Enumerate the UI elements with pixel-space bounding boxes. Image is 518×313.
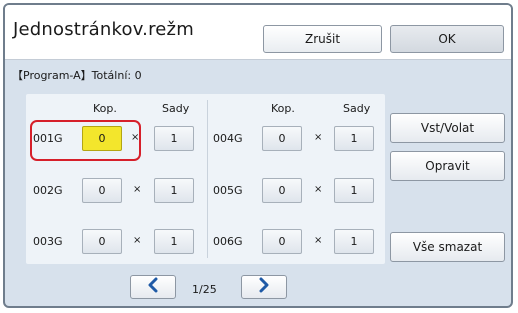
selected-group-highlight: [30, 120, 141, 161]
sets-field-006g[interactable]: 1: [334, 229, 374, 254]
opravit-button[interactable]: Opravit: [390, 151, 505, 181]
sets-header-left: Sady: [162, 102, 190, 115]
vst-volat-button[interactable]: Vst/Volat: [390, 113, 505, 143]
ok-button[interactable]: OK: [390, 25, 504, 53]
copies-header-right: Kop.: [271, 102, 295, 115]
page-title: Jednostránkov.režm: [13, 19, 194, 40]
group-label-004g: 004G: [213, 132, 243, 145]
group-label-002g: 002G: [33, 184, 63, 197]
group-label-003g: 003G: [33, 235, 63, 248]
panel-divider: [207, 100, 208, 258]
copies-field-005g[interactable]: 0: [262, 178, 302, 203]
times-sign: ×: [133, 184, 142, 195]
dialog-window: Jednostránkov.režm Zrušit OK 【Program-A】…: [3, 3, 513, 308]
sets-field-005g[interactable]: 1: [334, 178, 374, 203]
copies-field-006g[interactable]: 0: [262, 229, 302, 254]
title-bar: Jednostránkov.režm Zrušit OK: [5, 5, 511, 60]
chevron-right-icon: [257, 277, 271, 297]
group-label-006g: 006G: [213, 235, 243, 248]
times-sign: ×: [314, 132, 323, 143]
copies-field-004g[interactable]: 0: [262, 126, 302, 151]
page-indicator: 1/25: [192, 283, 217, 296]
cancel-button[interactable]: Zrušit: [263, 25, 382, 53]
sets-field-002g[interactable]: 1: [154, 178, 194, 203]
times-sign: ×: [133, 235, 142, 246]
sets-header-right: Sady: [343, 102, 371, 115]
sets-field-001g[interactable]: 1: [154, 126, 194, 151]
prev-page-button[interactable]: [130, 275, 176, 299]
times-sign: ×: [314, 184, 323, 195]
sets-field-004g[interactable]: 1: [334, 126, 374, 151]
copies-field-002g[interactable]: 0: [82, 178, 122, 203]
next-page-button[interactable]: [241, 275, 287, 299]
group-label-005g: 005G: [213, 184, 243, 197]
copies-field-003g[interactable]: 0: [82, 229, 122, 254]
copies-header-left: Kop.: [93, 102, 117, 115]
sets-field-003g[interactable]: 1: [154, 229, 194, 254]
program-info: 【Program-A】Totální: 0: [12, 69, 142, 82]
vse-smazat-button[interactable]: Vše smazat: [390, 232, 505, 262]
times-sign: ×: [314, 235, 323, 246]
chevron-left-icon: [146, 277, 160, 297]
